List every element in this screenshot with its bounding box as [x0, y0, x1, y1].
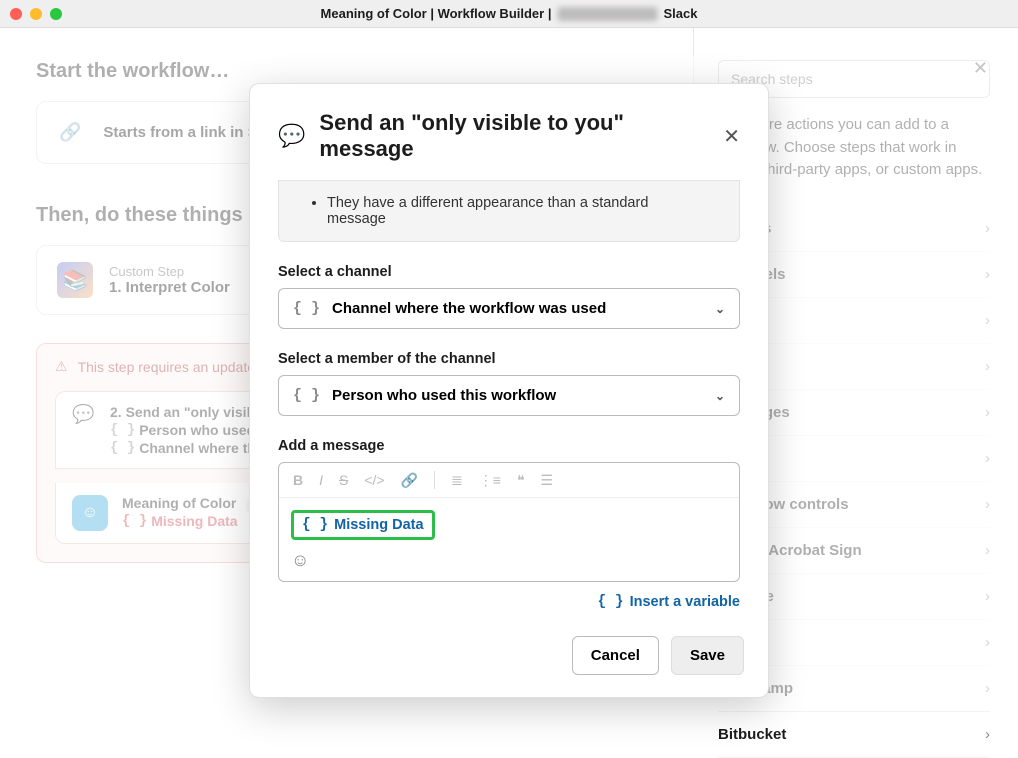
- insert-variable-link[interactable]: { } Insert a variable: [278, 594, 740, 610]
- bullet-list-icon[interactable]: ⋮≡: [479, 472, 501, 489]
- blockquote-icon[interactable]: ❝: [517, 472, 525, 489]
- strike-icon[interactable]: S: [339, 472, 348, 488]
- category-row[interactable]: Bitbucket ›: [718, 712, 990, 758]
- maximize-window-icon[interactable]: [50, 8, 62, 20]
- chat-bubble-icon: 💬: [278, 123, 305, 149]
- modal-title: Send an "only visible to you" message: [319, 110, 709, 162]
- emoji-picker-icon[interactable]: ☺: [291, 550, 309, 570]
- ordered-list-icon[interactable]: ≣: [451, 472, 463, 489]
- window-title: Meaning of Color | Workflow Builder | Sl…: [321, 6, 698, 21]
- braces-icon: { }: [293, 387, 320, 404]
- info-bullet: They have a different appearance than a …: [327, 195, 709, 227]
- link-icon[interactable]: 🔗: [401, 472, 418, 489]
- cancel-button[interactable]: Cancel: [572, 636, 659, 675]
- send-ephemeral-modal: 💬 Send an "only visible to you" message …: [249, 83, 769, 698]
- channel-select[interactable]: { } Channel where the workflow was used …: [278, 288, 740, 329]
- chevron-right-icon: ›: [985, 726, 990, 743]
- bold-icon[interactable]: B: [293, 472, 303, 488]
- close-window-icon[interactable]: [10, 8, 22, 20]
- member-select-value: Person who used this workflow: [332, 387, 556, 404]
- member-select[interactable]: { } Person who used this workflow ⌄: [278, 375, 740, 416]
- workspace-name-blurred: [557, 7, 657, 21]
- save-button[interactable]: Save: [671, 636, 744, 675]
- window-title-suffix: Slack: [663, 6, 697, 21]
- toolbar-separator: [434, 471, 435, 489]
- channel-field-label: Select a channel: [278, 264, 740, 280]
- editor-toolbar: B I S </> 🔗 ≣ ⋮≡ ❝ ☰: [279, 463, 739, 498]
- titlebar: Meaning of Color | Workflow Builder | Sl…: [0, 0, 1018, 28]
- info-note: They have a different appearance than a …: [278, 180, 740, 242]
- message-field-label: Add a message: [278, 438, 740, 454]
- close-modal-icon[interactable]: ✕: [723, 124, 740, 149]
- braces-icon: { }: [293, 300, 320, 317]
- traffic-lights: [10, 8, 62, 20]
- minimize-window-icon[interactable]: [30, 8, 42, 20]
- channel-select-value: Channel where the workflow was used: [332, 300, 606, 317]
- chevron-down-icon: ⌄: [715, 302, 725, 316]
- message-editor[interactable]: B I S </> 🔗 ≣ ⋮≡ ❝ ☰ { } Missing Data: [278, 462, 740, 582]
- editor-body[interactable]: { } Missing Data ☺: [279, 498, 739, 581]
- braces-icon: { }: [597, 594, 623, 610]
- window-title-prefix: Meaning of Color | Workflow Builder |: [321, 6, 552, 21]
- missing-data-variable-pill[interactable]: { } Missing Data: [291, 510, 435, 540]
- code-block-icon[interactable]: ☰: [541, 472, 554, 489]
- italic-icon[interactable]: I: [319, 472, 323, 488]
- member-field-label: Select a member of the channel: [278, 351, 740, 367]
- braces-icon: { }: [302, 517, 328, 533]
- code-icon[interactable]: </>: [364, 472, 384, 488]
- chevron-down-icon: ⌄: [715, 389, 725, 403]
- missing-data-label: Missing Data: [334, 517, 423, 533]
- category-label: Bitbucket: [718, 726, 786, 743]
